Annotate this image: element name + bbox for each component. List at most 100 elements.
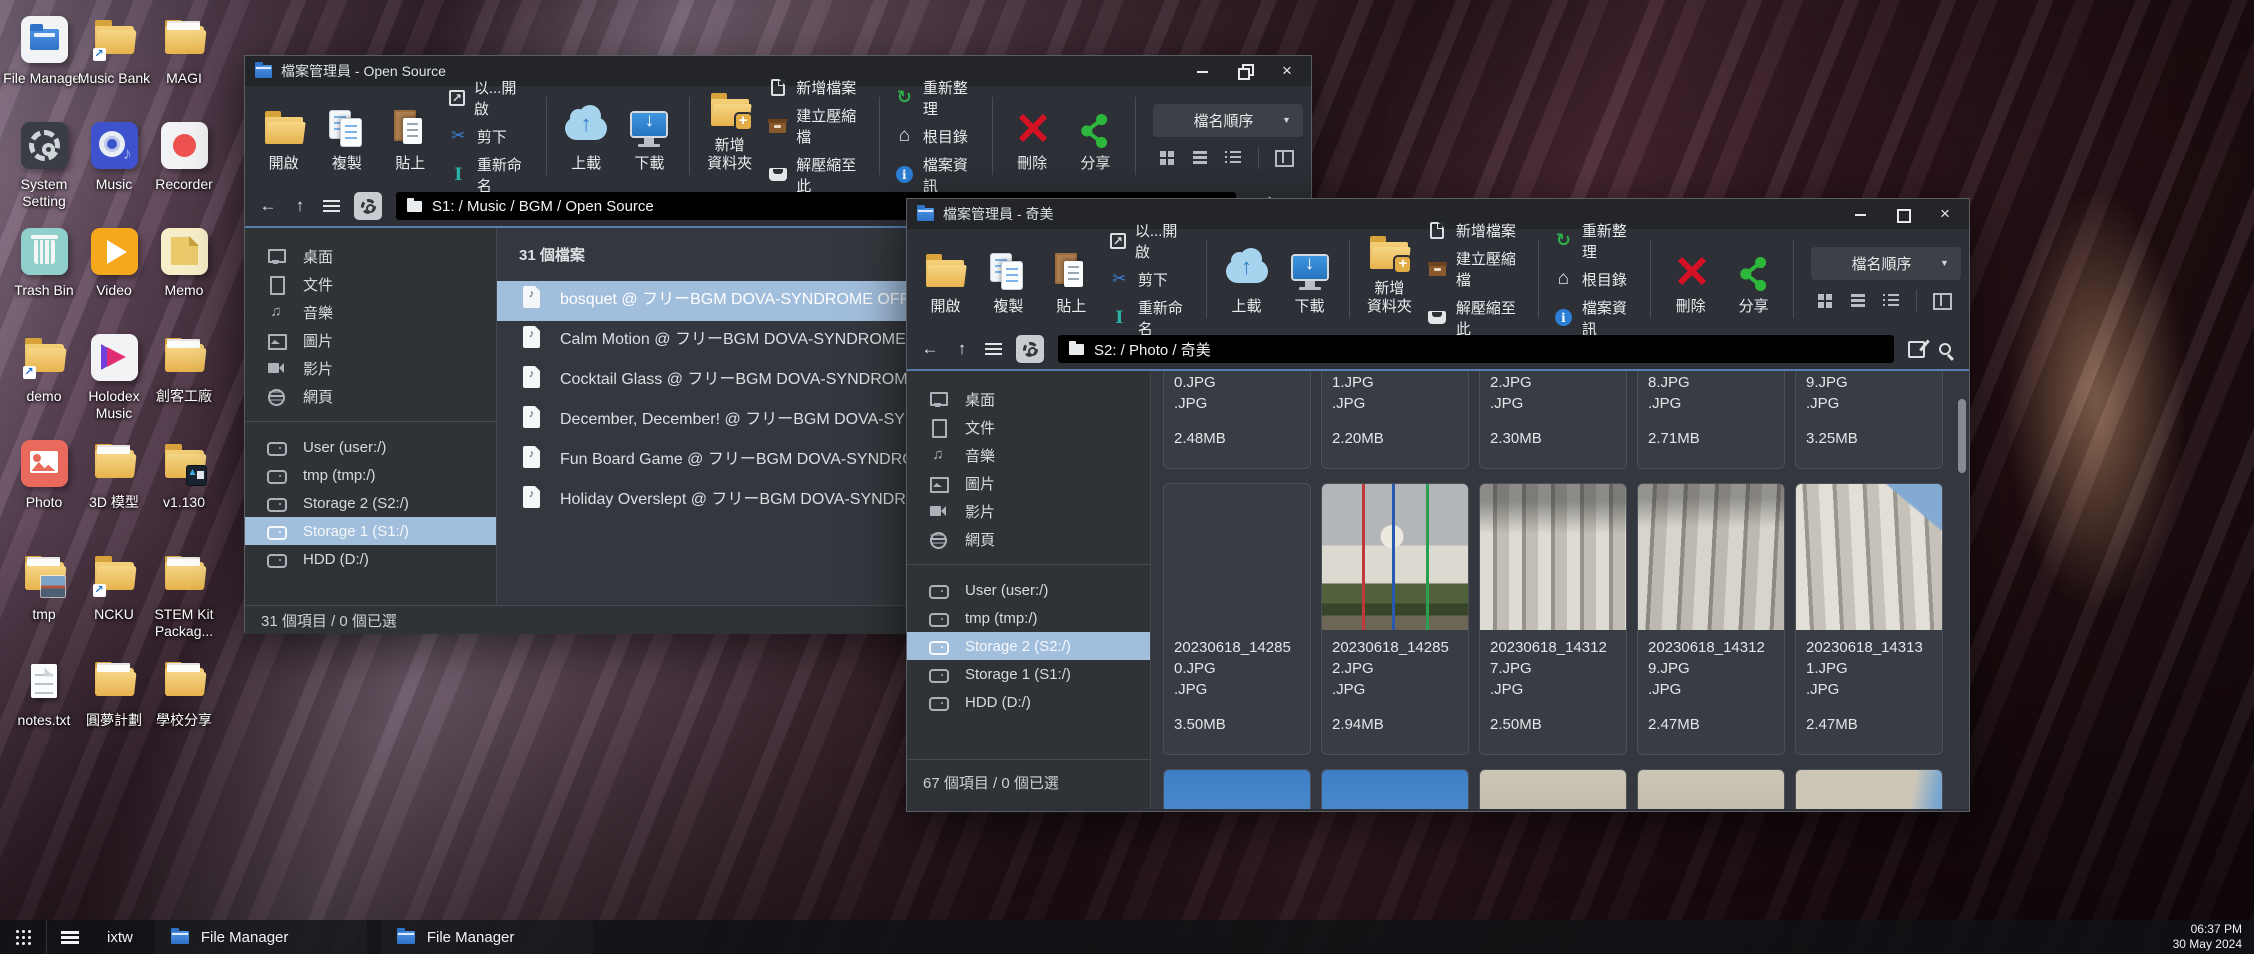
download-button[interactable]: ↓ 下載 (1279, 236, 1340, 322)
photo-tile[interactable]: 1.JPG.JPG2.20MB (1321, 371, 1469, 469)
new-folder-button[interactable]: + 新增資料夾 (1359, 236, 1420, 322)
cut-button[interactable]: ✂ 剪下 (1110, 269, 1191, 290)
paste-button[interactable]: 貼上 (380, 93, 441, 179)
copy-button[interactable]: 複製 (316, 93, 377, 179)
sidebar-item-storage1-drive[interactable]: Storage 1 (S1:/) (245, 517, 496, 545)
detail-view-button[interactable] (1883, 293, 1900, 308)
photo-tile[interactable] (1479, 769, 1627, 809)
open-button[interactable]: 開啟 (253, 93, 314, 179)
sidebar-item-videos[interactable]: 影片 (907, 497, 1150, 525)
share-button[interactable]: 分享 (1065, 93, 1126, 179)
back-button[interactable]: ← (921, 339, 939, 359)
sidebar-item-web[interactable]: 網頁 (907, 525, 1150, 553)
sidebar-item-videos[interactable]: 影片 (245, 354, 496, 382)
back-button[interactable]: ← (259, 196, 277, 216)
sidebar-item-user-drive[interactable]: User (user:/) (907, 576, 1150, 604)
root-button[interactable]: ⌂ 根目錄 (895, 126, 977, 147)
list-view-button[interactable] (1850, 293, 1867, 308)
maximize-button[interactable] (1895, 206, 1911, 222)
columns-view-button[interactable] (1275, 150, 1292, 165)
minimize-button[interactable] (1195, 63, 1211, 79)
settings-toggle-button[interactable] (1016, 335, 1044, 363)
file-info-button[interactable]: i 檔案資訊 (1554, 297, 1635, 339)
create-archive-button[interactable]: 建立壓縮檔 (768, 105, 864, 147)
sidebar-item-pictures[interactable]: 圖片 (245, 326, 496, 354)
photo-tile[interactable] (1321, 769, 1469, 809)
sidebar-item-web[interactable]: 網頁 (245, 382, 496, 410)
taskbar-button-file-manager-1[interactable]: File Manager (155, 920, 367, 954)
photo-tile[interactable]: 20230618_142850.JPG.JPG3.50MB (1163, 483, 1311, 755)
sidebar-item-desktop[interactable]: 桌面 (245, 242, 496, 270)
columns-view-button[interactable] (1933, 293, 1950, 308)
sidebar-item-tmp-drive[interactable]: tmp (tmp:/) (245, 461, 496, 489)
menu-icon[interactable] (323, 200, 340, 213)
sidebar-item-tmp-drive[interactable]: tmp (tmp:/) (907, 604, 1150, 632)
start-label[interactable]: ixtw (93, 929, 155, 946)
delete-button[interactable]: 刪除 (1660, 236, 1721, 322)
upload-button[interactable]: ↑ 上載 (555, 93, 616, 179)
open-with-button[interactable]: ↗ 以...開啟 (449, 77, 531, 119)
create-archive-button[interactable]: 建立壓縮檔 (1428, 248, 1523, 290)
desktop-icon-maker-factory[interactable]: 創客工廠 (142, 334, 226, 405)
close-button[interactable]: × (1937, 206, 1953, 222)
photo-tile[interactable]: 20230618_142852.JPG.JPG2.94MB (1321, 483, 1469, 755)
sidebar-item-hdd-drive[interactable]: HDD (D:/) (245, 545, 496, 573)
open-button[interactable]: 開啟 (915, 236, 976, 322)
settings-toggle-button[interactable] (354, 192, 382, 220)
sidebar-item-documents[interactable]: 文件 (245, 270, 496, 298)
refresh-button[interactable]: ↻ 重新整理 (895, 77, 977, 119)
desktop-icon-stem-kit[interactable]: STEM Kit Packag... (142, 552, 226, 640)
photo-tile[interactable]: 20230618_143127.JPG.JPG2.50MB (1479, 483, 1627, 755)
up-button[interactable]: ↑ (291, 196, 309, 216)
sort-order-dropdown[interactable]: 檔名順序 ▼ (1811, 247, 1961, 280)
root-button[interactable]: ⌂ 根目錄 (1554, 269, 1635, 290)
sidebar-item-music[interactable]: ♫音樂 (907, 441, 1150, 469)
new-file-button[interactable]: 新增檔案 (1428, 220, 1523, 241)
paste-button[interactable]: 貼上 (1041, 236, 1102, 322)
search-icon[interactable] (1939, 343, 1951, 355)
desktop-icon-memo[interactable]: Memo (142, 228, 226, 299)
path-field[interactable]: S2: / Photo / 奇美 (1058, 335, 1894, 363)
sidebar-item-desktop[interactable]: 桌面 (907, 385, 1150, 413)
sidebar-item-storage2-drive[interactable]: Storage 2 (S2:/) (245, 489, 496, 517)
list-view-button[interactable] (1192, 150, 1209, 165)
photo-tile[interactable] (1163, 769, 1311, 809)
refresh-button[interactable]: ↻ 重新整理 (1554, 220, 1635, 262)
rename-button[interactable]: I 重新命名 (1110, 297, 1191, 339)
cut-button[interactable]: ✂ 剪下 (449, 126, 531, 147)
sidebar-item-pictures[interactable]: 圖片 (907, 469, 1150, 497)
edit-path-icon[interactable] (1908, 341, 1925, 358)
grid-view-button[interactable] (1817, 293, 1834, 308)
file-info-button[interactable]: i 檔案資訊 (895, 154, 977, 196)
extract-here-button[interactable]: 解壓縮至此 (768, 154, 864, 196)
photo-tile[interactable]: 9.JPG.JPG3.25MB (1795, 371, 1943, 469)
app-launcher-button[interactable] (0, 920, 46, 954)
download-button[interactable]: ↓ 下載 (619, 93, 680, 179)
sidebar-item-hdd-drive[interactable]: HDD (D:/) (907, 688, 1150, 716)
photo-tile[interactable]: 0.JPG.JPG2.48MB (1163, 371, 1311, 469)
grid-view-button[interactable] (1159, 150, 1176, 165)
new-file-button[interactable]: 新增檔案 (768, 77, 864, 98)
up-button[interactable]: ↑ (953, 339, 971, 359)
desktop-icon-school-share[interactable]: 學校分享 (142, 658, 226, 729)
sidebar-item-music[interactable]: ♫音樂 (245, 298, 496, 326)
sidebar-item-user-drive[interactable]: User (user:/) (245, 433, 496, 461)
photo-tile[interactable] (1795, 769, 1943, 809)
share-button[interactable]: 分享 (1723, 236, 1784, 322)
minimize-button[interactable] (1853, 206, 1869, 222)
desktop-icon-magi[interactable]: MAGI (142, 16, 226, 87)
clock[interactable]: 06:37 PM 30 May 2024 (2173, 922, 2242, 952)
photo-tile[interactable]: 20230618_143129.JPG.JPG2.47MB (1637, 483, 1785, 755)
photo-tile[interactable]: 2.JPG.JPG2.30MB (1479, 371, 1627, 469)
menu-icon[interactable] (985, 343, 1002, 356)
new-folder-button[interactable]: + 新增資料夾 (699, 93, 760, 179)
taskbar-menu-button[interactable] (47, 920, 93, 954)
photo-tile[interactable]: 20230618_143131.JPG.JPG2.47MB (1795, 483, 1943, 755)
photo-tile[interactable] (1637, 769, 1785, 809)
sidebar-item-documents[interactable]: 文件 (907, 413, 1150, 441)
detail-view-button[interactable] (1225, 150, 1242, 165)
extract-here-button[interactable]: 解壓縮至此 (1428, 297, 1523, 339)
sidebar-item-storage2-drive[interactable]: Storage 2 (S2:/) (907, 632, 1150, 660)
rename-button[interactable]: I 重新命名 (449, 154, 531, 196)
photo-tile[interactable]: 8.JPG.JPG2.71MB (1637, 371, 1785, 469)
